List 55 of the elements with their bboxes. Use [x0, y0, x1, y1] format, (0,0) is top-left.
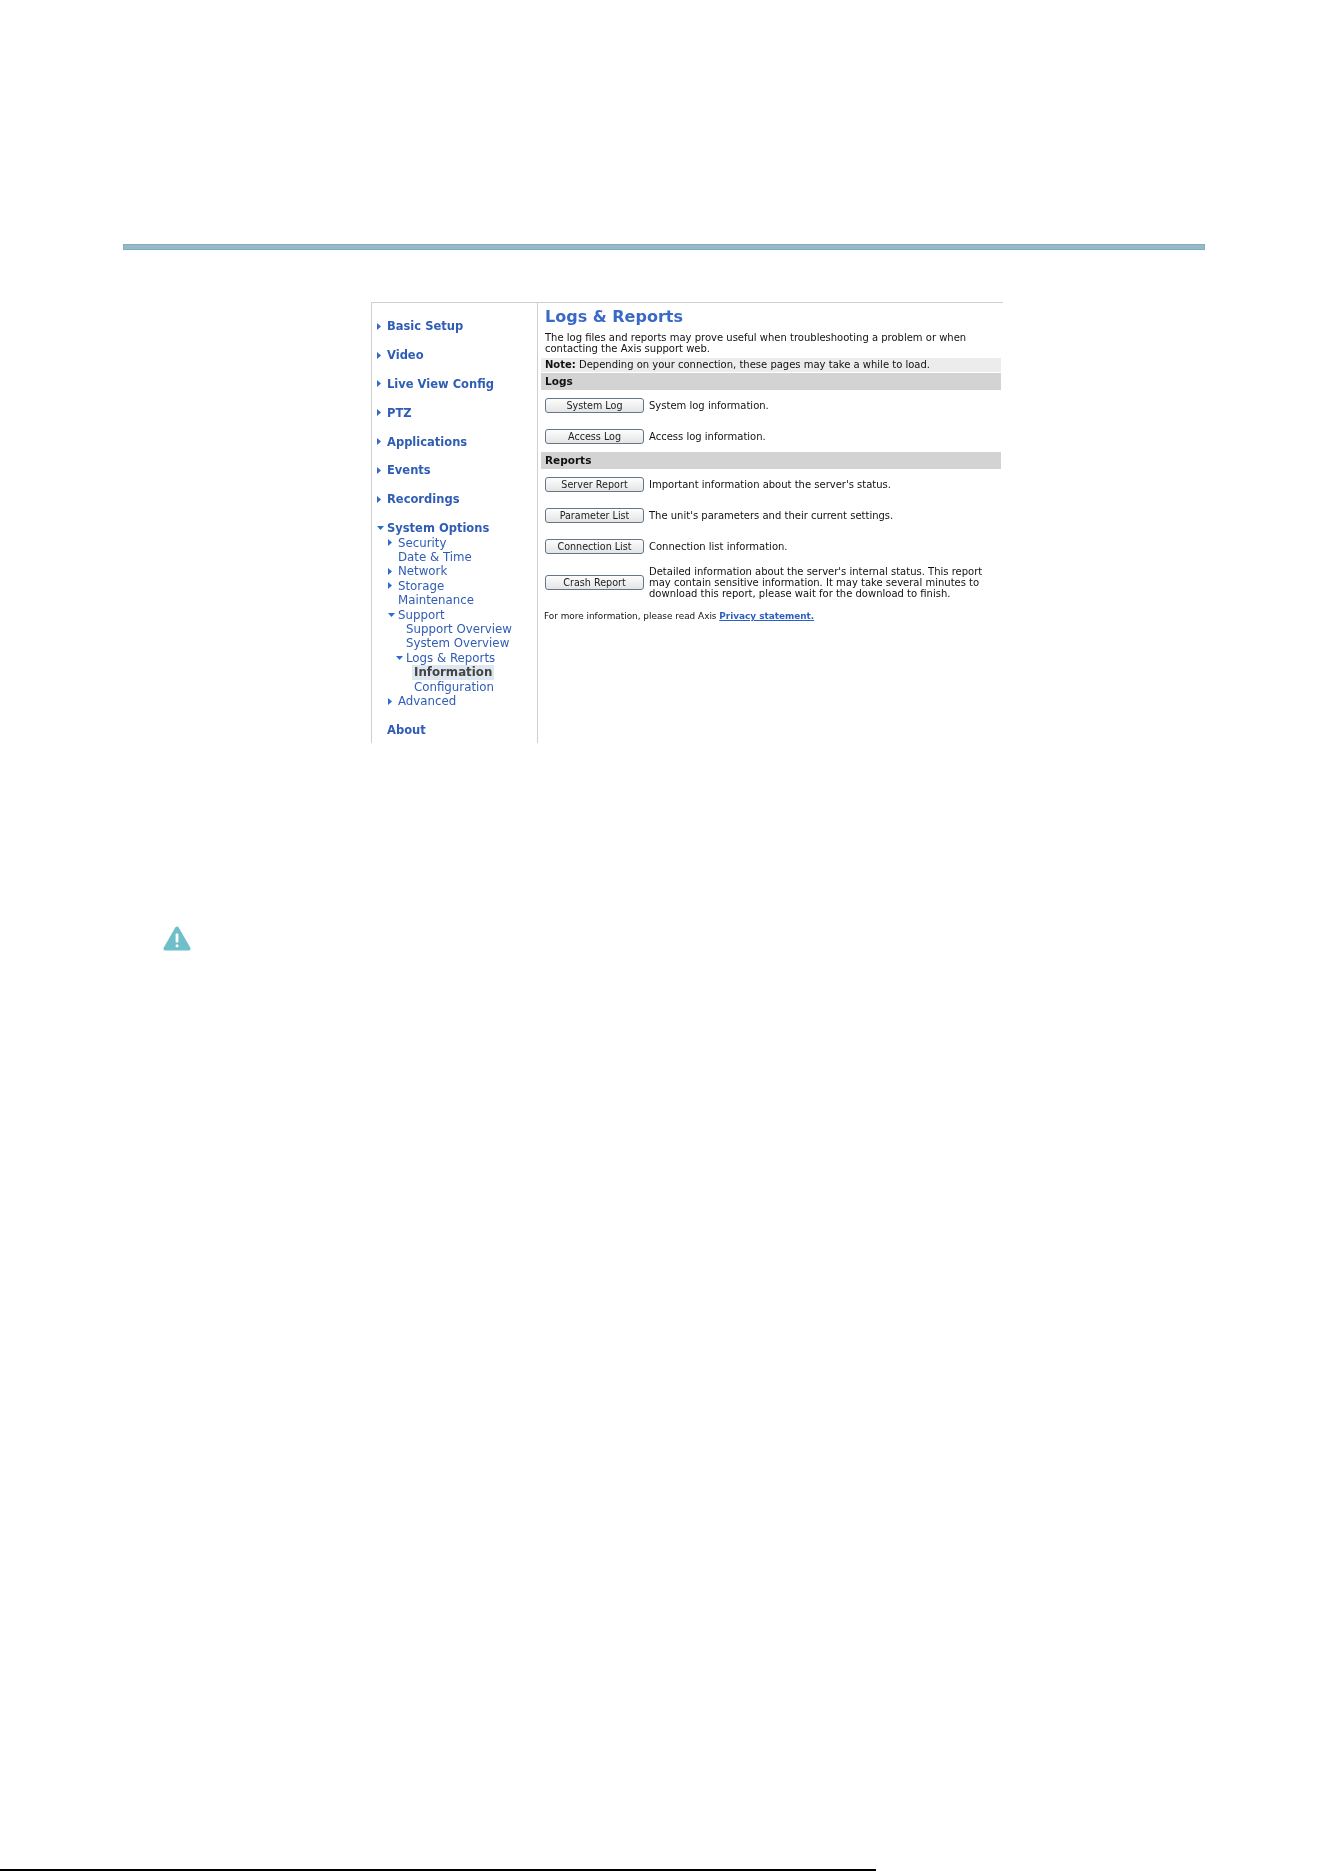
nav-link[interactable]: Advanced — [398, 693, 457, 709]
button-description: Important information about the server's status. — [649, 479, 891, 490]
report-button[interactable]: Access Log — [545, 429, 644, 444]
nav-link[interactable]: Recordings — [387, 492, 460, 507]
note-bar: Note: Depending on your connection, these pages may take a while to load. — [541, 358, 1001, 372]
caret-right-icon[interactable] — [388, 582, 392, 590]
privacy-link[interactable]: Privacy statement. — [719, 611, 815, 621]
button-description: The unit's parameters and their current settings. — [649, 510, 894, 521]
button-description: System log information. — [649, 400, 769, 411]
warning-icon — [163, 926, 191, 951]
caret-down-icon[interactable] — [388, 612, 395, 617]
caret-right-icon[interactable] — [377, 380, 381, 388]
intro-text: The log files and reports may prove useful when troubleshooting a problem or when contacting the Axis support web. — [545, 333, 968, 354]
report-button[interactable]: System Log — [545, 398, 644, 413]
caret-right-icon[interactable] — [388, 697, 392, 705]
caret-down-icon[interactable] — [396, 655, 403, 660]
nav-link[interactable]: System Overview — [406, 636, 510, 651]
report-button[interactable]: Connection List — [545, 539, 644, 554]
caret-right-icon[interactable] — [377, 496, 381, 504]
nav-link[interactable]: Logs & Reports — [406, 650, 496, 666]
caret-right-icon[interactable] — [377, 351, 381, 359]
nav-link[interactable]: Live View Config — [387, 376, 494, 392]
caret-down-icon[interactable] — [377, 526, 384, 531]
button-description: Connection list information. — [649, 541, 788, 552]
nav-link[interactable]: Support — [398, 607, 445, 622]
nav-link[interactable]: Storage — [398, 578, 445, 594]
nav-link[interactable]: Information — [412, 665, 495, 680]
caret-right-icon[interactable] — [377, 438, 381, 446]
nav-link[interactable]: PTZ — [387, 405, 412, 421]
report-button[interactable]: Parameter List — [545, 508, 644, 523]
caret-right-icon[interactable] — [377, 409, 381, 417]
section-heading: Reports — [541, 452, 1001, 469]
caret-right-icon[interactable] — [377, 322, 381, 330]
nav-link[interactable]: Security — [398, 535, 447, 551]
nav-link[interactable]: Video — [387, 347, 424, 363]
caret-right-icon[interactable] — [388, 539, 392, 547]
nav-link[interactable]: Configuration — [414, 679, 494, 694]
report-button[interactable]: Server Report — [545, 477, 644, 492]
nav-link[interactable]: Basic Setup — [387, 319, 464, 334]
button-description: Access log information. — [649, 431, 766, 442]
nav-link[interactable]: Date & Time — [398, 550, 472, 565]
nav-link[interactable]: Applications — [387, 434, 468, 449]
nav-link[interactable]: Network — [398, 564, 448, 579]
caret-right-icon[interactable] — [377, 467, 381, 475]
privacy-notice-text: For more information, please read Axis Privacy statement. — [544, 610, 816, 622]
caret-right-icon[interactable] — [388, 568, 392, 576]
page-title: Logs & Reports — [545, 307, 684, 327]
report-button[interactable]: Crash Report — [545, 574, 644, 590]
button-description: Detailed information about the server's internal status. This report may contain sensitive information. It may take several minutes to download this report, please wait for the download to finish. — [649, 565, 984, 599]
nav-link[interactable]: Events — [387, 463, 431, 478]
section-heading: Logs — [541, 373, 1001, 390]
nav-link[interactable]: About — [387, 722, 426, 738]
nav-link[interactable]: Maintenance — [398, 593, 474, 608]
nav-link[interactable]: System Options — [387, 521, 490, 536]
nav-link[interactable]: Support Overview — [406, 621, 512, 637]
